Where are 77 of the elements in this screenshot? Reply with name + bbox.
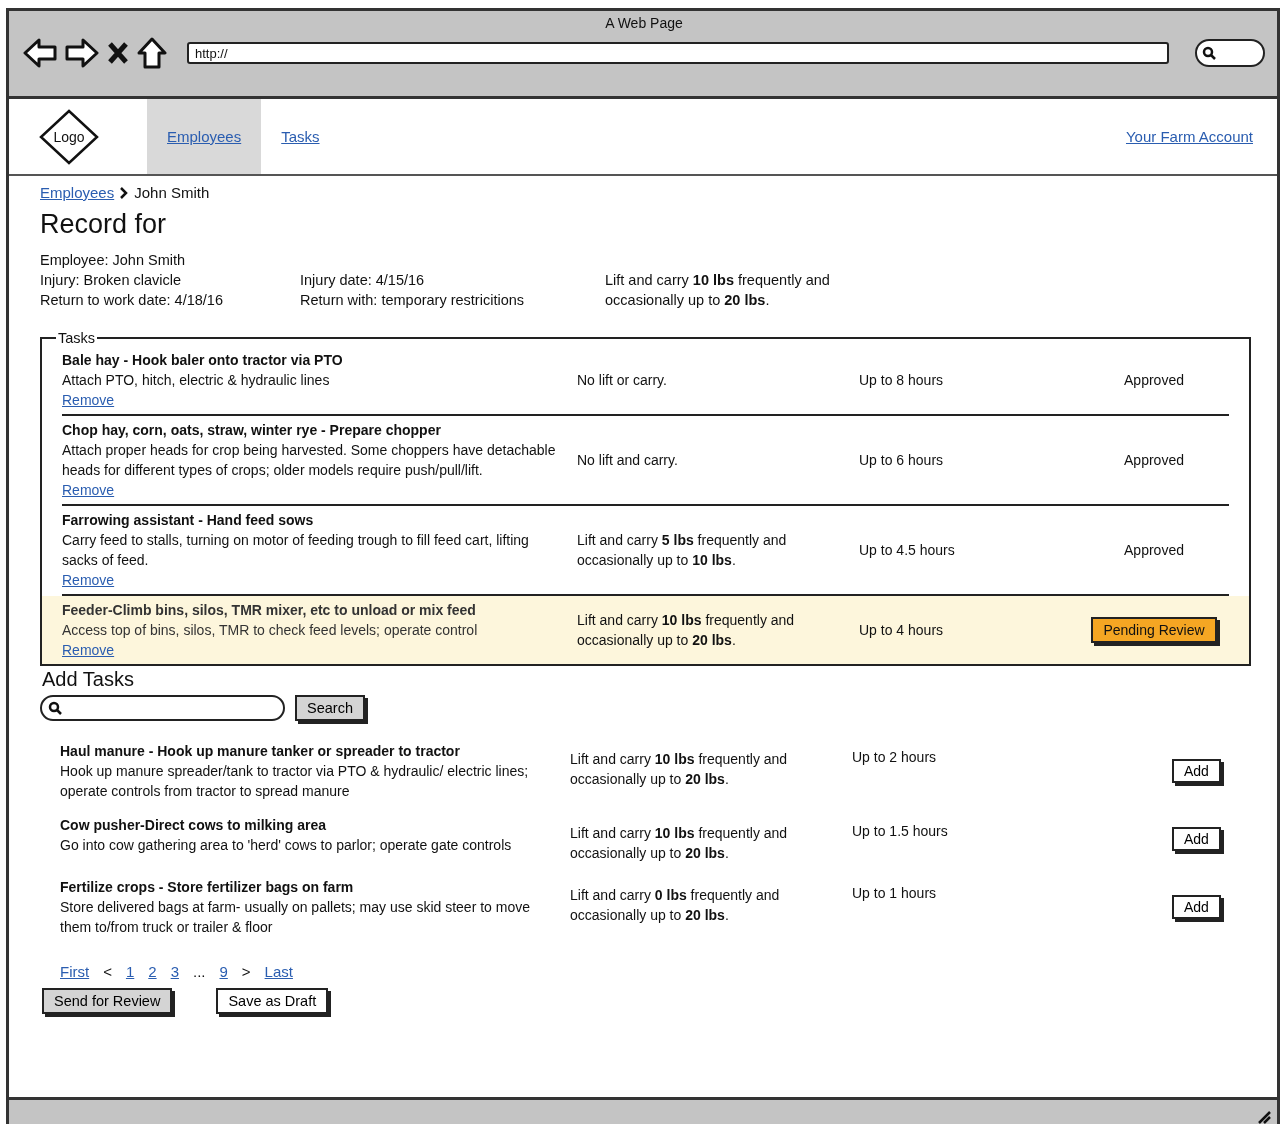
hours-text: Up to 2 hours — [852, 749, 937, 765]
task-description: Hook up manure spreader/tank to tractor via PTO & hydraulic/ electric lines; operate controls from tractor to spread manure — [60, 762, 530, 801]
chevron-icon — [120, 186, 129, 199]
add-button[interactable]: Add — [1172, 827, 1221, 851]
hours-text: Up to 1.5 hours — [852, 823, 948, 839]
task-title: Cow pusher-Direct cows to milking area — [60, 816, 328, 835]
draft-button[interactable]: Save as Draft — [216, 988, 329, 1014]
hours-text: Up to 6 hours — [859, 452, 944, 468]
task-title: Fertilize crops - Store fertilizer bags on farm — [60, 878, 355, 897]
hours-text: Up to 4.5 hours — [859, 542, 955, 558]
page-link[interactable]: 3 — [170, 963, 179, 980]
account-link[interactable]: Your Farm Account — [1126, 128, 1253, 145]
close-icon[interactable] — [107, 41, 129, 65]
hours-text: Up to 4 hours — [859, 622, 944, 638]
hours-text: Up to 1 hours — [852, 885, 937, 901]
add-button[interactable]: Add — [1172, 895, 1221, 919]
restriction-text: Lift and carry 5 lbs frequently and occasionally up to 10 lbs. — [577, 531, 788, 570]
page-title: Record for — [40, 209, 168, 240]
back-icon[interactable] — [23, 38, 57, 68]
address-field[interactable]: http:// — [187, 42, 1169, 64]
task-description: Carry feed to stalls, turning on motor of feeding trough to fill feed cart, lifting sacks of feed. — [62, 531, 530, 570]
send-button[interactable]: Send for Review — [42, 988, 173, 1014]
task-title: Chop hay, corn, oats, straw, winter rye - Prepare chopper — [62, 421, 442, 440]
task-description: Store delivered bags at farm- usually on pallets; may use skid steer to move them to/from truck or trailer & floor — [60, 898, 531, 937]
status-text: Approved — [1124, 372, 1184, 388]
nav-tab[interactable]: Employees — [147, 99, 262, 174]
section-title: Add Tasks — [42, 668, 135, 691]
pager-text: ... — [192, 963, 206, 980]
status-badge: Pending Review — [1091, 617, 1217, 643]
home-icon[interactable] — [137, 37, 167, 69]
search-button[interactable]: Search — [295, 695, 365, 721]
page-link[interactable]: Last — [264, 963, 293, 980]
page-link[interactable]: First — [60, 963, 90, 980]
detail-text: Employee: John Smith — [40, 251, 187, 270]
remove-link[interactable]: Remove — [62, 392, 115, 408]
pager-text: > — [241, 963, 251, 980]
page-link[interactable]: 2 — [148, 963, 157, 980]
search-icon — [1202, 46, 1216, 60]
detail-text: Injury: Broken clavicle — [40, 271, 183, 290]
window-title: A Web Page — [604, 15, 684, 31]
restriction-text: Lift and carry 0 lbs frequently and occasionally up to 20 lbs. — [570, 886, 781, 925]
restriction-text: No lift and carry. — [577, 451, 678, 470]
restriction-text: Lift and carry 10 lbs frequently and occasionally up to 20 lbs. — [605, 271, 831, 310]
restriction-text: Lift and carry 10 lbs frequently and occasionally up to 20 lbs. — [570, 750, 789, 789]
restriction-text: Lift and carry 10 lbs frequently and occasionally up to 20 lbs. — [577, 611, 796, 650]
task-description: Attach proper heads for crop being harvested. Some choppers have detachable heads for different types of crops; older models require push/pull/lift. — [62, 441, 557, 480]
panel-legend: Tasks — [56, 330, 98, 346]
restriction-text: No lift or carry. — [577, 371, 667, 390]
status-text: Approved — [1124, 542, 1184, 558]
logo[interactable]: Logo — [39, 108, 99, 165]
remove-link[interactable]: Remove — [62, 642, 115, 658]
task-title: Haul manure - Hook up manure tanker or spreader to tractor — [60, 742, 461, 761]
task-description: Access top of bins, silos, TMR to check feed levels; operate control — [62, 621, 479, 640]
search-field[interactable] — [1195, 39, 1265, 67]
page-link[interactable]: 1 — [125, 963, 135, 980]
add-button[interactable]: Add — [1172, 759, 1221, 783]
breadcrumb-current: John Smith — [134, 184, 210, 201]
detail-text: Return to work date: 4/18/16 — [40, 291, 224, 310]
task-description: Go into cow gathering area to 'herd' cows to parlor; operate gate controls — [60, 836, 513, 855]
task-title: Bale hay - Hook baler onto tractor via PTO — [62, 351, 344, 370]
remove-link[interactable]: Remove — [62, 572, 115, 588]
task-title: Farrowing assistant - Hand feed sows — [62, 511, 315, 530]
detail-text: Return with: temporary restricitions — [300, 291, 525, 310]
search-icon — [48, 701, 62, 715]
restriction-text: Lift and carry 10 lbs frequently and occasionally up to 20 lbs. — [570, 824, 789, 863]
remove-link[interactable]: Remove — [62, 482, 115, 498]
page-link[interactable]: 9 — [219, 963, 228, 980]
search-field[interactable] — [40, 695, 285, 721]
hours-text: Up to 8 hours — [859, 372, 944, 388]
forward-icon[interactable] — [65, 38, 99, 68]
task-description: Attach PTO, hitch, electric & hydraulic lines — [62, 371, 331, 390]
nav-tab[interactable]: Tasks — [261, 99, 340, 174]
detail-text: Injury date: 4/15/16 — [300, 271, 426, 290]
status-text: Approved — [1124, 452, 1184, 468]
breadcrumb-link[interactable]: Employees — [40, 184, 115, 201]
pager-text: < — [103, 963, 112, 980]
task-title: Feeder-Climb bins, silos, TMR mixer, etc to unload or mix feed — [62, 601, 477, 620]
